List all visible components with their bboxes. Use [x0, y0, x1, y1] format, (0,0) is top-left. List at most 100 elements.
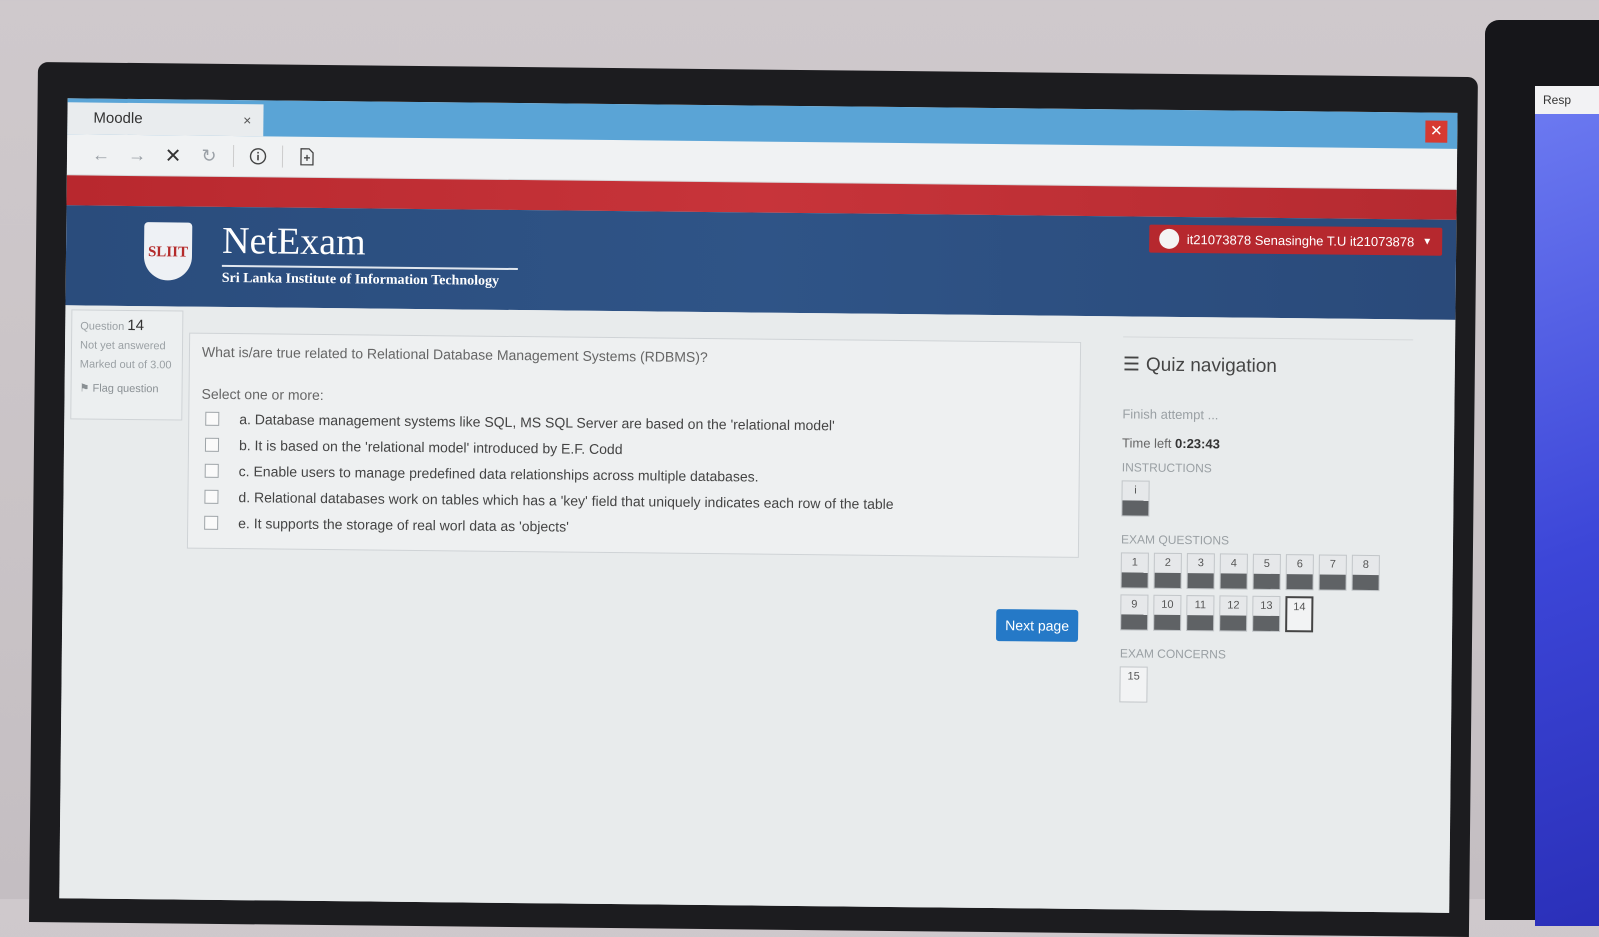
question-info: Question 14 Not yet answered Marked out … [70, 309, 184, 421]
user-name: it21073878 Senasinghe T.U it21073878 [1186, 231, 1415, 249]
stop-icon[interactable]: ✕ [155, 141, 191, 169]
answer-label: a. Database management systems like SQL,… [239, 411, 835, 434]
exam-concerns-label: EXAM CONCERNS [1119, 646, 1226, 662]
question-box: What is/are true related to Relational D… [186, 332, 1082, 558]
flag-question-label: Flag question [92, 382, 159, 396]
checkbox[interactable] [204, 437, 220, 452]
question-nav-button[interactable]: 5 [1252, 553, 1281, 591]
question-nav-button[interactable]: 4 [1219, 553, 1248, 590]
question-nav-button[interactable]: 2 [1153, 552, 1182, 590]
question-nav-button[interactable]: 10 [1153, 594, 1182, 632]
answer-label: b. It is based on the 'relational model'… [238, 437, 623, 458]
checkbox[interactable] [204, 515, 219, 530]
question-nav-number: 7 [1329, 558, 1336, 571]
answer-status-bar [1121, 572, 1148, 588]
window-close-button[interactable]: ✕ [1425, 120, 1448, 143]
chevron-down-icon: ▼ [1422, 236, 1433, 248]
answer-status-bar [1122, 500, 1149, 516]
toolbar-divider [281, 145, 284, 168]
answer-status-bar [1253, 615, 1280, 632]
question-nav-number: 11 [1194, 599, 1207, 612]
checkbox[interactable] [205, 411, 220, 426]
question-nav-number: 13 [1260, 599, 1273, 612]
answer-status-bar [1253, 573, 1280, 590]
question-nav-number: 10 [1161, 598, 1174, 611]
question-marks: Marked out of 3.00 [79, 358, 172, 372]
instructions-button-label: i [1134, 484, 1137, 497]
question-nav-button[interactable]: 8 [1351, 554, 1380, 592]
question-nav-number: 8 [1362, 558, 1369, 571]
answer-status-bar [1154, 572, 1181, 588]
brand-title: NetExam [221, 219, 366, 264]
browser-tab[interactable]: Moodle × [67, 102, 264, 137]
instructions-button[interactable]: i [1121, 480, 1150, 517]
question-text: What is/are true related to Relational D… [201, 343, 708, 366]
flag-question-link[interactable]: ⚑ Flag question [80, 381, 174, 395]
back-arrow-icon[interactable]: ← [83, 140, 119, 168]
answer-label: e. It supports the storage of real worl … [238, 515, 569, 535]
select-label: Select one or more: [201, 385, 324, 404]
answer-status-bar [1121, 614, 1148, 630]
question-label: Question [80, 320, 125, 333]
question-nav-button[interactable]: 3 [1186, 553, 1215, 590]
question-nav-button[interactable]: 7 [1318, 554, 1347, 591]
user-menu[interactable]: it21073878 Senasinghe T.U it21073878 ▼ [1148, 224, 1443, 256]
question-nav-button[interactable]: 6 [1285, 554, 1314, 591]
next-page-button[interactable]: Next page [995, 609, 1079, 642]
answer-label: d. Relational databases work on tables w… [238, 489, 894, 512]
exam-concerns-grid: 15 [1119, 666, 1389, 711]
time-left-value: 0:23:43 [1174, 435, 1220, 452]
question-nav-button[interactable]: 14 [1285, 596, 1314, 633]
monitor-bezel: Moodle × ✕ ← → ✕ ↻ SLIIT NetExam Sri Lan… [28, 62, 1478, 937]
avatar [1158, 228, 1179, 249]
tab-close-icon[interactable]: × [243, 104, 252, 136]
answer-status-bar [1220, 615, 1247, 631]
second-monitor: Resp [1485, 20, 1599, 926]
answer-status-bar [1154, 614, 1181, 630]
quiz-nav-title: Quiz navigation [1145, 354, 1278, 377]
reload-icon[interactable]: ↻ [191, 142, 227, 170]
quiz-navigation: ☰ Quiz navigation Finish attempt ... Tim… [1119, 336, 1414, 712]
answer-status-bar [1286, 574, 1313, 590]
brand-subtitle: Sri Lanka Institute of Information Techn… [221, 270, 500, 289]
checkbox[interactable] [204, 463, 219, 478]
question-nav-number: 2 [1164, 556, 1171, 569]
answer-status-bar [1187, 615, 1214, 631]
second-monitor-tab: Resp [1535, 86, 1599, 114]
question-nav-button[interactable]: 1 [1120, 552, 1149, 589]
netexam-header: SLIIT NetExam Sri Lanka Institute of Inf… [65, 205, 1457, 320]
question-nav-number: 1 [1131, 556, 1138, 569]
question-nav-number: 9 [1131, 598, 1138, 611]
toolbar-divider [232, 145, 235, 168]
time-left-label: Time left [1121, 435, 1172, 451]
answer-status-bar [1352, 574, 1379, 591]
finish-attempt-link[interactable]: Finish attempt ... [1122, 406, 1412, 424]
question-nav-number: 14 [1293, 601, 1306, 614]
main-content: Question 14 Not yet answered Marked out … [59, 305, 1456, 913]
concern-nav-button[interactable]: 15 [1119, 666, 1148, 703]
checkbox[interactable] [204, 489, 219, 504]
question-status: Not yet answered [79, 339, 166, 353]
sliit-crest-logo: SLIIT [143, 222, 193, 281]
question-nav-number: 5 [1263, 557, 1270, 570]
exam-questions-grid: 1 2 3 4 5 6 7 8 9 10 11 12 13 14 [1120, 552, 1391, 639]
question-nav-number: 15 [1127, 670, 1140, 683]
info-icon[interactable] [240, 142, 276, 170]
question-nav-number: 3 [1197, 557, 1204, 570]
page-icon[interactable] [289, 143, 325, 171]
answer-options: a. Database management systems like SQL,… [204, 406, 895, 543]
question-nav-number: 4 [1230, 557, 1237, 570]
instructions-grid: i [1121, 480, 1391, 525]
question-nav-button[interactable]: 11 [1186, 595, 1215, 632]
answer-status-bar [1220, 573, 1247, 589]
question-nav-button[interactable]: 13 [1252, 595, 1281, 633]
answer-label: c. Enable users to manage predefined dat… [238, 463, 759, 485]
menu-icon: ☰ [1122, 354, 1141, 376]
question-nav-button[interactable]: 12 [1219, 595, 1248, 632]
question-nav-button[interactable]: 9 [1120, 594, 1149, 631]
question-number: 14 [127, 316, 145, 335]
forward-arrow-icon[interactable]: → [119, 141, 155, 169]
brand-divider [221, 264, 518, 271]
instructions-label: INSTRUCTIONS [1121, 460, 1212, 476]
question-nav-number: 6 [1296, 558, 1303, 571]
